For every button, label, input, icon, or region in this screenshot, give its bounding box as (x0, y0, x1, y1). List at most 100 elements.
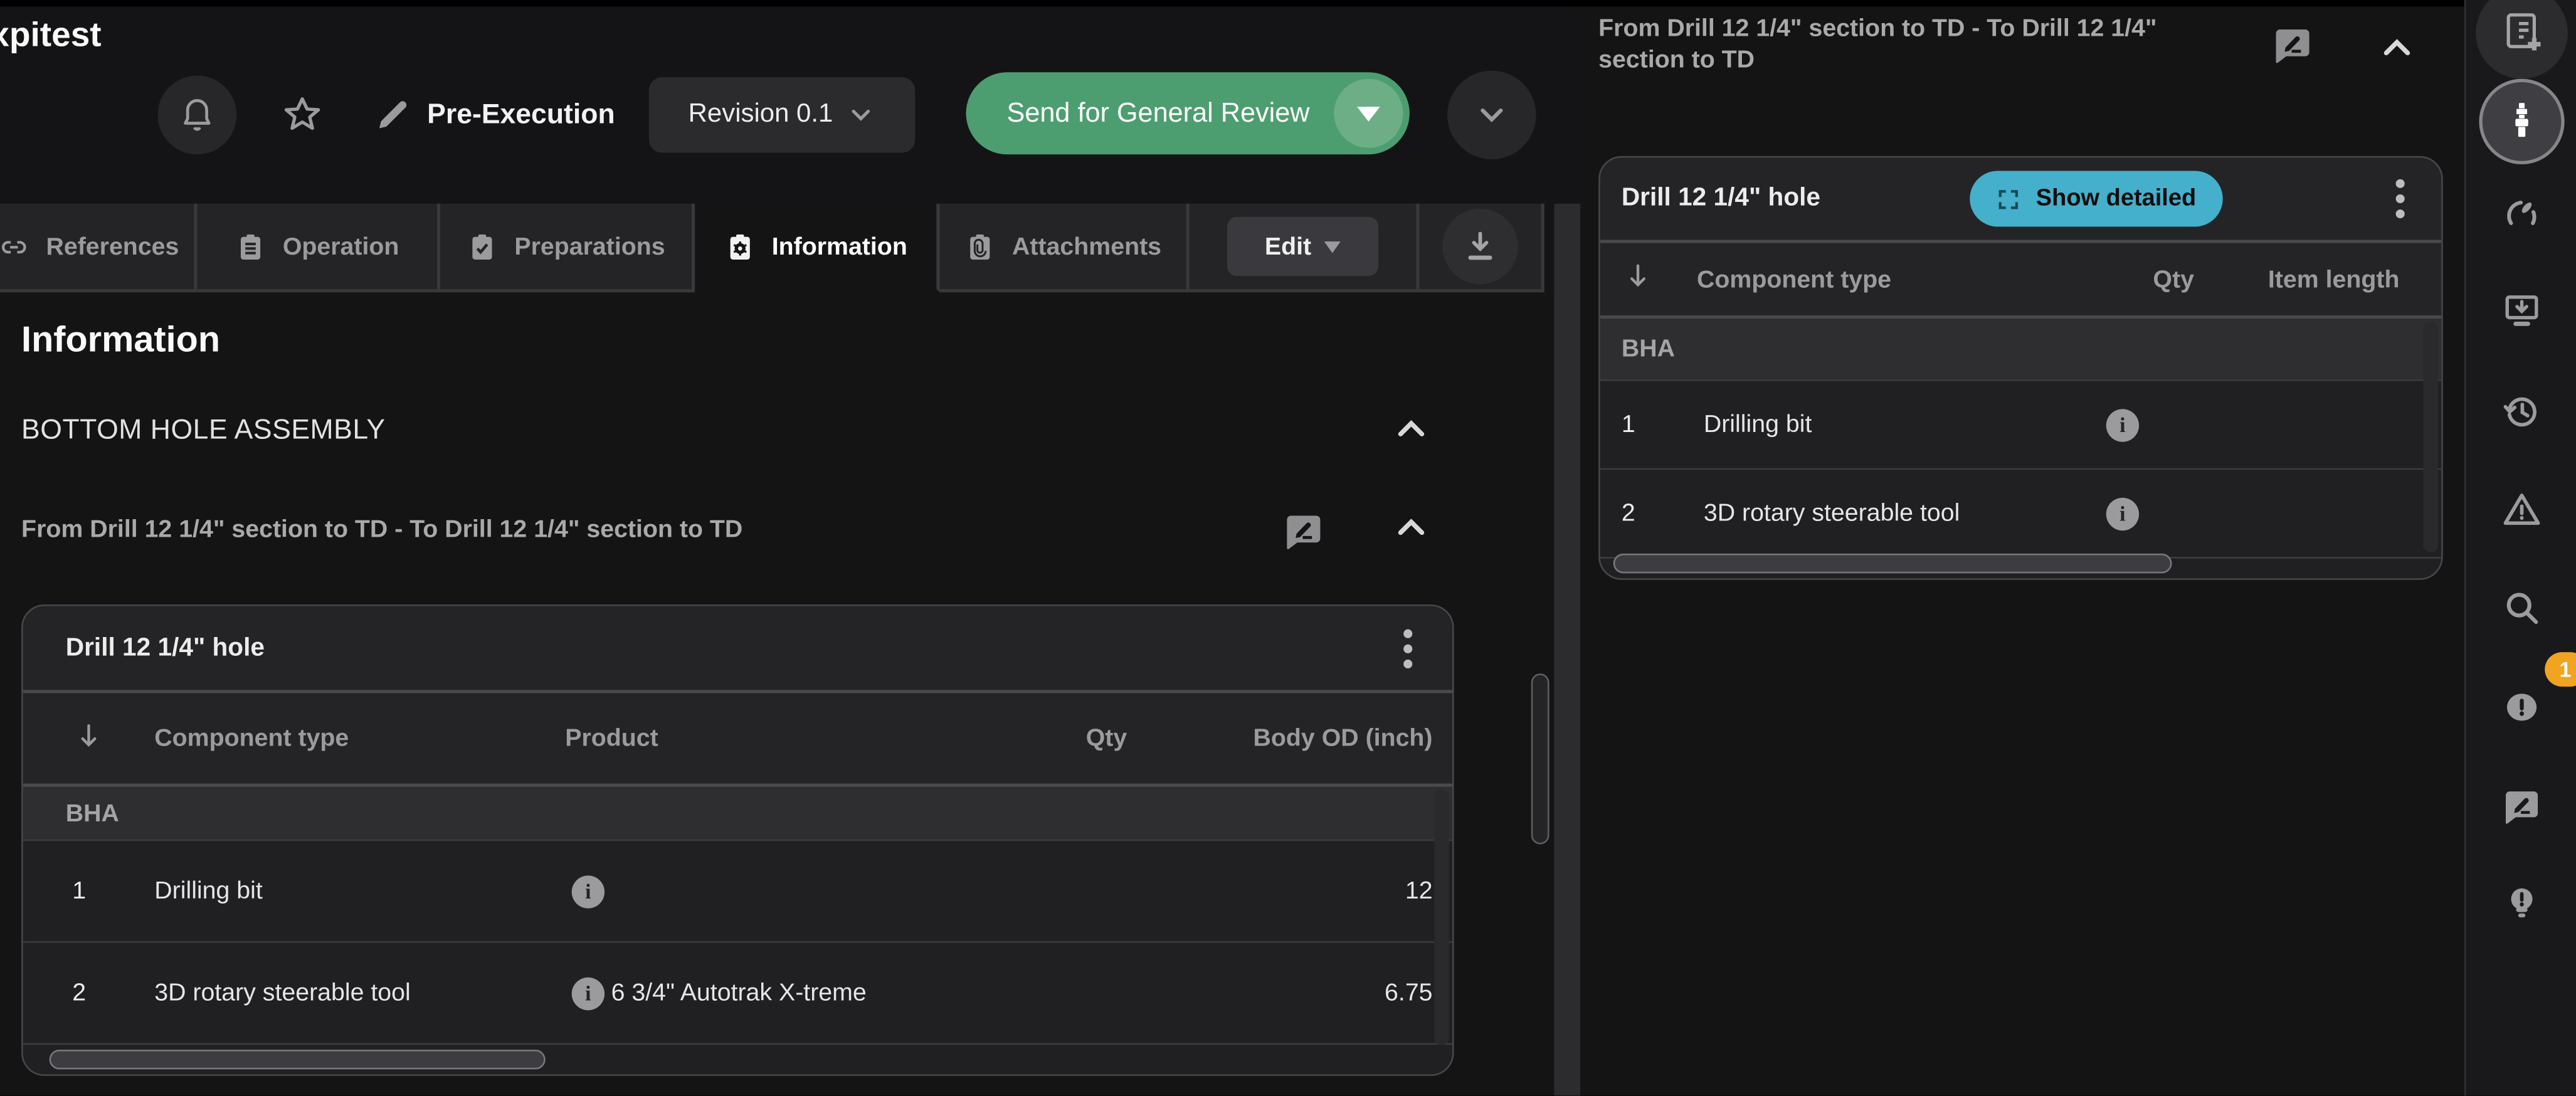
table-row[interactable]: 1 Drilling bit i 12 (23, 841, 1452, 942)
tab-label: Operation (283, 233, 399, 261)
notification-badge: 1 (2544, 652, 2576, 687)
tab-label: Preparations (514, 233, 665, 261)
top-black-strip (0, 0, 2576, 6)
edit-pencil-icon (371, 93, 414, 136)
col-qty[interactable]: Qty (989, 724, 1127, 752)
send-for-review-button[interactable]: Send for General Review (966, 72, 1410, 154)
product-cell: 6 3/4" Autotrak X-treme (611, 979, 990, 1007)
table-row[interactable]: 2 3D rotary steerable tool i (1600, 470, 2441, 558)
table-row[interactable]: 1 Drilling bit i (1600, 381, 2441, 470)
sort-arrow-icon[interactable] (1622, 260, 1654, 292)
download-segment (1420, 204, 1544, 292)
favorite-star-icon[interactable] (279, 92, 325, 138)
link-icon (0, 231, 29, 262)
rail-warning-button[interactable] (2485, 475, 2557, 547)
tab-preparations[interactable]: Preparations (440, 204, 695, 292)
rail-alerts-button[interactable]: 1 (2485, 672, 2557, 744)
right-icon-rail: 1 (2464, 0, 2576, 1096)
rail-comment-button[interactable] (2485, 772, 2557, 844)
side-table-header-row: Component type Qty Item length (1600, 243, 2441, 319)
tab-bar: References Operation Preparations Inform… (0, 204, 1544, 292)
comment-edit-icon (2499, 784, 2542, 832)
col-component-type[interactable]: Component type (154, 724, 565, 752)
revision-label: Revision 0.1 (689, 100, 833, 130)
run-section-header: From Drill 12 1/4" section to TD - To Dr… (21, 509, 1434, 559)
comment-button[interactable] (2271, 23, 2315, 64)
revision-dropdown[interactable]: Revision 0.1 (649, 77, 915, 153)
collapse-section-button[interactable] (1390, 408, 1432, 450)
page-title: Information (21, 319, 220, 361)
main-content: Information BOTTOM HOLE ASSEMBLY From Dr… (0, 292, 1554, 1096)
alert-circle-icon (2499, 684, 2542, 732)
group-label: BHA (1622, 335, 1675, 363)
screen-download-icon (2499, 288, 2542, 336)
edit-dropdown-button[interactable]: Edit (1227, 217, 1378, 276)
toolbar: xpitest Pre-Execution Revision 0.1 Send … (0, 6, 1554, 203)
col-component-type[interactable]: Component type (1697, 265, 2059, 293)
table-horizontal-scrollbar[interactable] (50, 1050, 546, 1069)
side-table-menu-kebab[interactable] (2372, 171, 2428, 226)
search-icon (2499, 586, 2542, 633)
comment-button[interactable] (1282, 509, 1326, 550)
col-product[interactable]: Product (565, 724, 989, 752)
edit-segment: Edit (1190, 204, 1420, 292)
tab-attachments[interactable]: Attachments (940, 204, 1190, 292)
tab-operation[interactable]: Operation (197, 204, 440, 292)
collapse-header-button[interactable] (1447, 71, 1536, 159)
download-button[interactable] (1442, 209, 1518, 285)
table-menu-kebab[interactable] (1380, 620, 1436, 676)
side-bha-table-card: Drill 12 1/4" hole Show detailed Compone… (1598, 156, 2443, 580)
send-for-review-dropdown[interactable] (1334, 79, 1403, 148)
clipboard-list-icon (235, 231, 267, 262)
info-icon[interactable]: i (2106, 497, 2139, 530)
col-body-od[interactable]: Body OD (inch) (1127, 724, 1432, 752)
info-icon[interactable]: i (2106, 408, 2139, 441)
dropdown-triangle-icon (1324, 241, 1341, 252)
side-table-title: Drill 12 1/4" hole (1622, 184, 1820, 213)
bha-tool-icon (2499, 98, 2542, 145)
tab-label: Attachments (1012, 233, 1161, 261)
row-number: 1 (1622, 411, 1704, 439)
col-item-length[interactable]: Item length (2194, 265, 2441, 293)
main-vertical-scrollbar[interactable] (1531, 673, 1549, 844)
row-number: 1 (72, 877, 154, 905)
row-number: 2 (1622, 499, 1704, 527)
bell-icon (177, 95, 217, 135)
show-detailed-button[interactable]: Show detailed (1970, 171, 2222, 226)
rail-clipboard-add-button[interactable] (2475, 0, 2567, 79)
info-icon[interactable]: i (572, 977, 604, 1009)
assembly-section-header: BOTTOM HOLE ASSEMBLY (21, 408, 1434, 460)
panel-divider (1554, 204, 1580, 1096)
table-vertical-scroll-track[interactable] (1434, 790, 1449, 1045)
side-table-horizontal-scrollbar[interactable] (1613, 554, 2172, 573)
bha-table-card: Drill 12 1/4" hole Component type Produc… (21, 604, 1454, 1076)
lightbulb-icon (2499, 882, 2542, 929)
rail-bha-tool-button-selected[interactable] (2478, 79, 2563, 164)
body-od-cell: 6.75 (1127, 979, 1432, 1007)
side-panel-title: From Drill 12 1/4" section to TD - To Dr… (1598, 13, 2236, 76)
tab-label: Information (772, 233, 907, 261)
collapse-run-button[interactable] (1390, 506, 1432, 549)
assembly-section-title: BOTTOM HOLE ASSEMBLY (21, 414, 386, 446)
info-icon[interactable]: i (572, 875, 604, 907)
rail-gauge-button[interactable] (2485, 181, 2557, 253)
dropdown-triangle-icon (1357, 106, 1380, 121)
collapse-panel-button[interactable] (2375, 26, 2418, 69)
notifications-bell-button[interactable] (158, 76, 237, 155)
rail-history-button[interactable] (2485, 376, 2557, 448)
send-for-review-label: Send for General Review (966, 98, 1334, 129)
download-icon (1462, 228, 1499, 265)
col-qty[interactable]: Qty (2104, 265, 2194, 293)
show-detailed-label: Show detailed (2036, 186, 2196, 212)
rail-search-button[interactable] (2485, 573, 2557, 645)
group-row-bha: BHA (1600, 319, 2441, 381)
status-label: Pre-Execution (427, 98, 615, 131)
table-row[interactable]: 2 3D rotary steerable tool i 6 3/4" Auto… (23, 943, 1452, 1045)
clipboard-paperclip-icon (964, 231, 996, 262)
rail-lightbulb-button[interactable] (2485, 869, 2557, 941)
rail-screen-download-button[interactable] (2485, 276, 2557, 348)
sort-arrow-icon[interactable] (72, 719, 105, 751)
tab-references[interactable]: References (0, 204, 197, 292)
tab-information[interactable]: Information (695, 204, 939, 292)
side-table-vertical-scroll-track[interactable] (2423, 322, 2438, 552)
